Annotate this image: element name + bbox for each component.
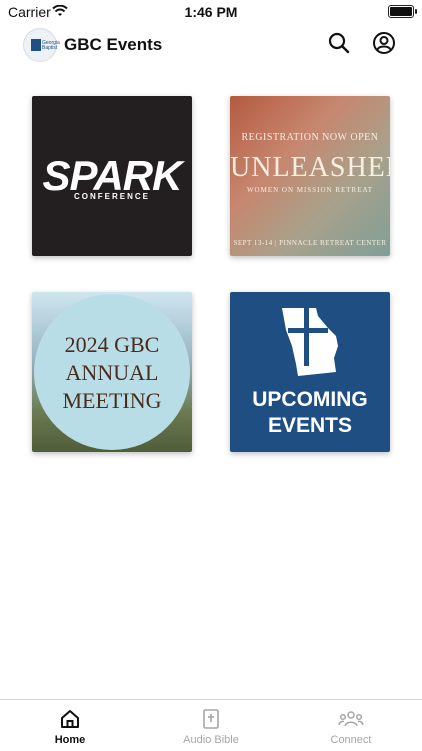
- bible-icon: [203, 709, 219, 729]
- spark-conference-tile[interactable]: SPARK CONFERENCE: [32, 96, 192, 256]
- tab-connect[interactable]: Connect: [291, 708, 411, 748]
- tile-line-2: ANNUAL: [65, 360, 159, 385]
- unleashed-retreat-tile[interactable]: REGISTRATION NOW OPEN UNLEASHED WOMEN ON…: [230, 96, 390, 256]
- tab-label: Connect: [330, 734, 372, 746]
- clock: 1:46 PM: [184, 4, 238, 20]
- group-icon: [338, 711, 364, 727]
- tile-line-1: 2024 GBC: [64, 332, 160, 357]
- status-bar: Carrier 1:46 PM: [0, 0, 422, 24]
- upcoming-events-tile[interactable]: UPCOMING EVENTS: [230, 292, 390, 452]
- tab-bar: Home Audio Bible Connect: [0, 699, 422, 751]
- georgia-cross-icon: [282, 308, 338, 376]
- annual-meeting-tile[interactable]: 2024 GBC ANNUAL MEETING: [32, 292, 192, 452]
- app-header: Georgia Baptist GBC Events: [0, 26, 422, 62]
- battery-icon: [388, 5, 417, 18]
- annual-meeting-circle: 2024 GBC ANNUAL MEETING: [34, 294, 190, 450]
- tab-audio-bible[interactable]: Audio Bible: [151, 708, 271, 748]
- page-title: GBC Events: [64, 35, 163, 54]
- tile-line-3: MEETING: [62, 388, 162, 413]
- tab-label: Audio Bible: [183, 734, 239, 746]
- tile-line-2: EVENTS: [267, 414, 353, 437]
- tile-banner: REGISTRATION NOW OPEN: [241, 132, 379, 143]
- home-icon: [61, 710, 79, 728]
- tile-subtitle: CONFERENCE: [73, 192, 150, 201]
- tab-label: Home: [54, 734, 86, 746]
- tile-subtitle: WOMEN ON MISSION RETREAT: [246, 186, 374, 194]
- tile-line-1: UPCOMING: [252, 388, 368, 411]
- tile-date: SEPT 13-14 | PINNACLE RETREAT CENTER: [233, 239, 387, 247]
- search-icon[interactable]: [327, 31, 351, 55]
- tab-home[interactable]: Home: [10, 708, 130, 748]
- account-icon[interactable]: [372, 31, 396, 55]
- tile-title: UNLEASHED: [230, 152, 390, 183]
- app-logo: Georgia Baptist: [23, 28, 60, 62]
- logo-text: Georgia Baptist: [42, 40, 60, 51]
